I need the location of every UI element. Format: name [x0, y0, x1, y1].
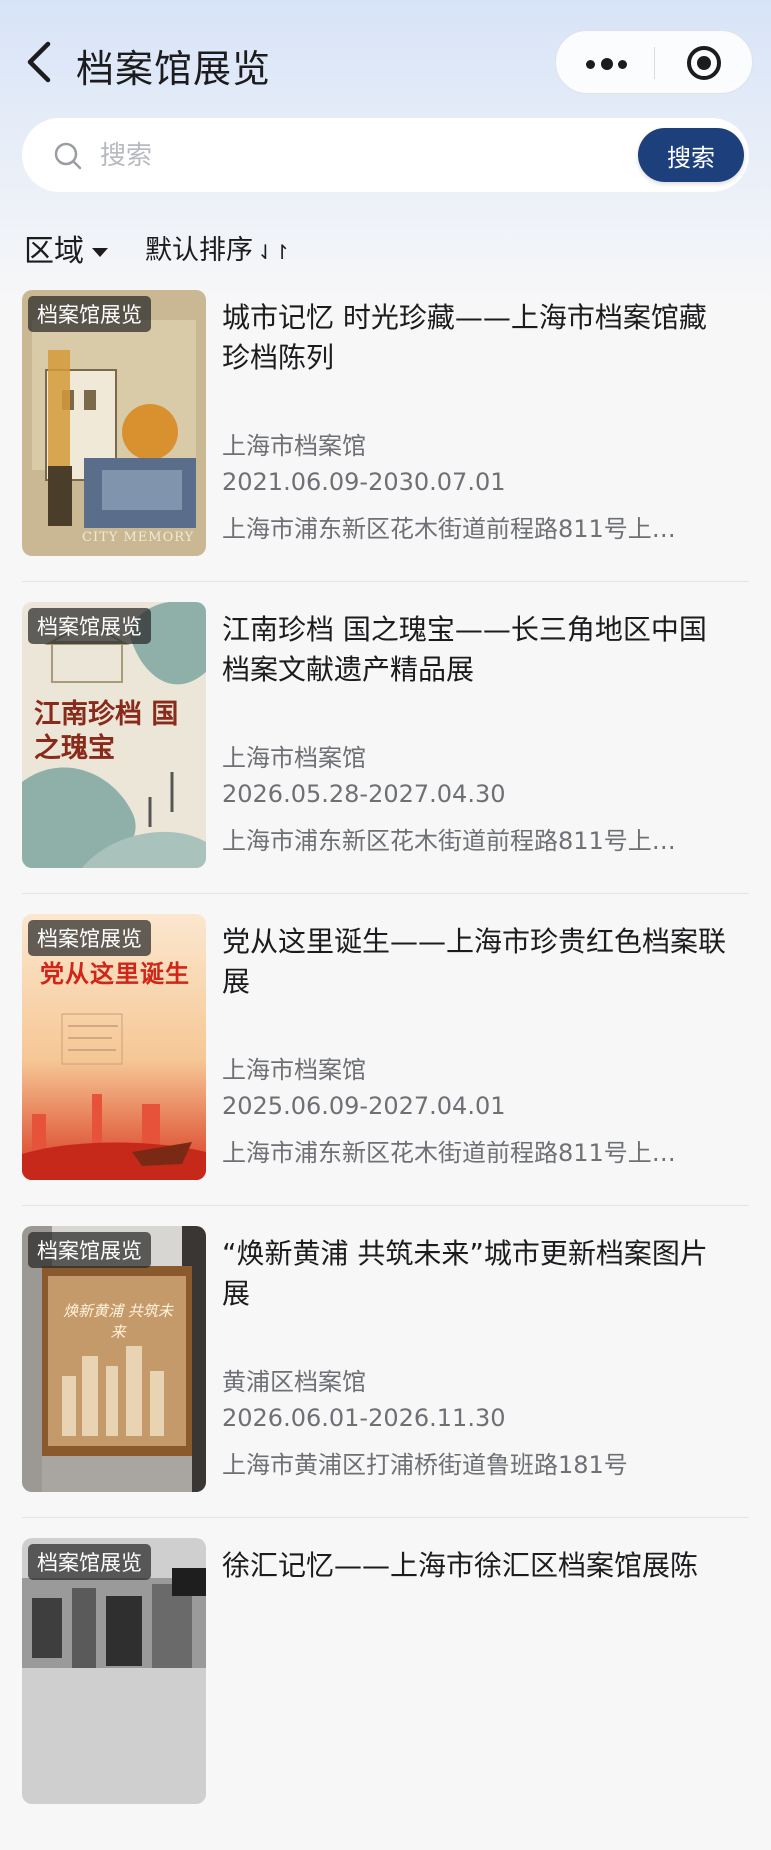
- category-tag: 档案馆展览: [28, 296, 151, 332]
- exhibition-title: 城市记忆 时光珍藏——上海市档案馆藏珍档陈列: [222, 301, 707, 374]
- poster-caption: CITY MEMORY: [82, 530, 195, 545]
- exhibition-card[interactable]: CITY MEMORY 档案馆展览 城市记忆 时光珍藏——上海市档案馆藏珍档陈列…: [0, 290, 771, 602]
- back-button[interactable]: [20, 38, 60, 86]
- poster-caption: 党从这里诞生: [40, 959, 190, 988]
- more-dot-icon: [601, 58, 613, 70]
- exhibition-organizer: 上海市档案馆: [222, 744, 366, 772]
- sort-arrows-icon: ⇃↾: [257, 240, 291, 264]
- sort-filter[interactable]: 默认排序 ⇃↾: [145, 228, 291, 267]
- caret-down-icon: [92, 248, 108, 257]
- search-icon: [54, 142, 82, 170]
- exhibition-title: 江南珍档 国之瑰宝——长三角地区中国档案文献遗产精品展: [222, 613, 707, 686]
- more-button[interactable]: [556, 31, 654, 95]
- exhibition-address: 上海市浦东新区花木街道前程路811号上…: [222, 827, 676, 855]
- poster-caption: 焕新黄浦 共筑未来: [63, 1302, 173, 1341]
- exhibition-card[interactable]: 江南珍档 国之瑰宝 档案馆展览 江南珍档 国之瑰宝——长三角地区中国档案文献遗产…: [0, 602, 771, 914]
- chevron-left-icon: [27, 41, 51, 83]
- search-bar: 搜索: [22, 118, 749, 192]
- exhibition-card[interactable]: 焕新黄浦 共筑未来 档案馆展览 “焕新黄浦 共筑未来”城市更新档案图片展 黄浦区…: [0, 1226, 771, 1538]
- list-divider: [22, 1205, 749, 1206]
- search-input[interactable]: [98, 132, 552, 180]
- sort-filter-label: 默认排序: [145, 235, 253, 266]
- exhibition-date-range: 2026.05.28-2027.04.30: [222, 780, 506, 808]
- exhibition-card[interactable]: 档案馆展览 徐汇记忆——上海市徐汇区档案馆展陈: [0, 1538, 771, 1850]
- list-divider: [22, 893, 749, 894]
- close-miniprogram-button[interactable]: [655, 31, 753, 95]
- exhibition-poster: 焕新黄浦 共筑未来 档案馆展览: [22, 1226, 206, 1492]
- list-divider: [22, 581, 749, 582]
- exhibition-title: “焕新黄浦 共筑未来”城市更新档案图片展: [222, 1237, 708, 1310]
- navigation-bar: 档案馆展览: [0, 0, 771, 118]
- exhibition-poster: 江南珍档 国之瑰宝 档案馆展览: [22, 602, 206, 868]
- exhibition-poster: 档案馆展览: [22, 1538, 206, 1804]
- category-tag: 档案馆展览: [28, 1232, 151, 1268]
- exhibition-date-range: 2026.06.01-2026.11.30: [222, 1404, 506, 1432]
- exhibition-title: 党从这里诞生——上海市珍贵红色档案联展: [222, 925, 727, 998]
- exhibition-address: 上海市浦东新区花木街道前程路811号上…: [222, 515, 676, 543]
- page-title: 档案馆展览: [76, 47, 272, 91]
- more-dot-icon: [586, 60, 595, 69]
- exhibition-title: 徐汇记忆——上海市徐汇区档案馆展陈: [222, 1549, 699, 1582]
- region-filter-label: 区域: [24, 234, 84, 269]
- exhibition-organizer: 上海市档案馆: [222, 1056, 366, 1084]
- exhibition-card[interactable]: 党从这里诞生 档案馆展览 党从这里诞生——上海市珍贵红色档案联展 上海市档案馆 …: [0, 914, 771, 1226]
- list-divider: [22, 1517, 749, 1518]
- exhibition-date-range: 2021.06.09-2030.07.01: [222, 468, 506, 496]
- category-tag: 档案馆展览: [28, 1544, 151, 1580]
- more-dot-icon: [618, 60, 627, 69]
- exhibition-address: 上海市浦东新区花木街道前程路811号上…: [222, 1139, 676, 1167]
- exhibition-organizer: 上海市档案馆: [222, 432, 366, 460]
- exhibition-address: 上海市黄浦区打浦桥街道鲁班路181号: [222, 1451, 628, 1479]
- target-icon: [687, 46, 721, 80]
- poster-caption: 江南珍档 国之瑰宝: [34, 699, 179, 764]
- exhibition-poster: 党从这里诞生 档案馆展览: [22, 914, 206, 1180]
- search-button[interactable]: 搜索: [638, 128, 744, 182]
- exhibition-organizer: 黄浦区档案馆: [222, 1368, 366, 1396]
- region-filter[interactable]: 区域: [24, 226, 108, 270]
- exhibition-date-range: 2025.06.09-2027.04.01: [222, 1092, 506, 1120]
- mini-program-capsule: [555, 30, 753, 94]
- exhibition-poster: CITY MEMORY 档案馆展览: [22, 290, 206, 556]
- category-tag: 档案馆展览: [28, 920, 151, 956]
- category-tag: 档案馆展览: [28, 608, 151, 644]
